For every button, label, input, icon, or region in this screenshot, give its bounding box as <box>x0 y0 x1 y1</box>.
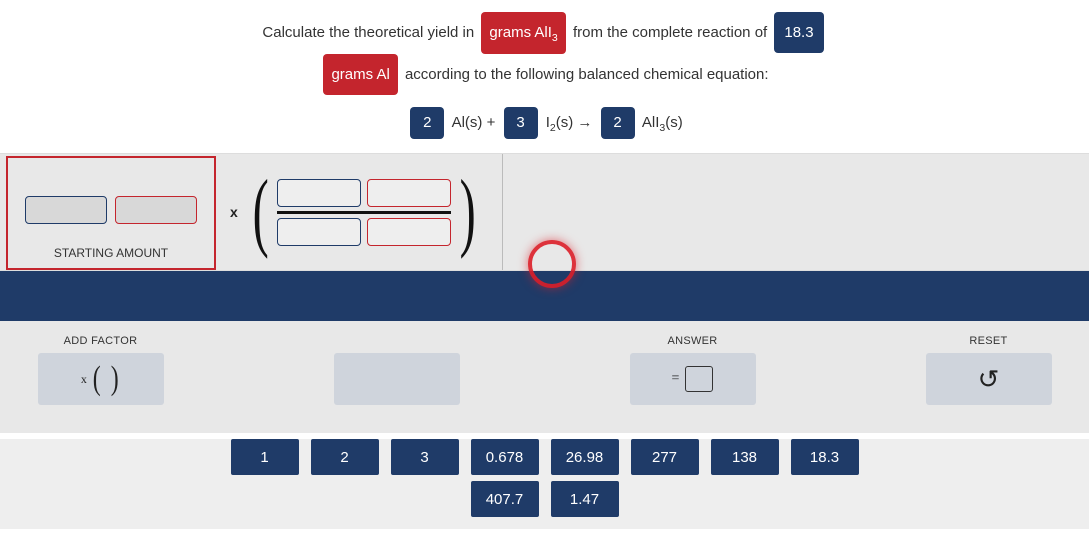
start-value-slot[interactable] <box>25 196 107 224</box>
question-prompt: Calculate the theoretical yield in grams… <box>0 0 1089 99</box>
number-tile[interactable]: 138 <box>711 439 779 475</box>
conversion-factor[interactable]: ( ) <box>246 175 483 250</box>
chip-starting-substance: grams Al <box>323 54 397 95</box>
species-1: Al(s) <box>452 114 483 131</box>
fraction-bar <box>277 211 451 214</box>
number-tile[interactable]: 277 <box>631 439 699 475</box>
reset-label: RESET <box>926 335 1052 347</box>
answer-slot-icon <box>685 366 713 392</box>
start-unit-slot[interactable] <box>115 196 197 224</box>
chip-target-substance: grams AlI3 <box>481 12 565 54</box>
answer-button[interactable]: = <box>630 353 756 405</box>
chip-starting-mass: 18.3 <box>774 12 823 53</box>
coef-1: 2 <box>410 107 444 139</box>
controls-row: ADD FACTOR x ( ) ANSWER = RESET ↺ <box>0 321 1089 433</box>
species-3: AlI3(s) <box>642 114 683 131</box>
number-tile[interactable]: 1 <box>231 439 299 475</box>
divider <box>502 154 503 270</box>
coef-3: 2 <box>601 107 635 139</box>
multiply-symbol: x <box>230 204 238 220</box>
number-tile[interactable]: 1.47 <box>551 481 619 517</box>
denominator-unit-slot[interactable] <box>367 218 451 246</box>
add-factor-label: ADD FACTOR <box>38 335 164 347</box>
number-tile[interactable]: 407.7 <box>471 481 539 517</box>
answer-label: ANSWER <box>630 335 756 347</box>
number-tile[interactable]: 0.678 <box>471 439 539 475</box>
numerator-value-slot[interactable] <box>277 179 361 207</box>
number-tile[interactable]: 26.98 <box>551 439 619 475</box>
prompt-text-3: according to the following balanced chem… <box>405 66 769 83</box>
number-tile[interactable]: 18.3 <box>791 439 859 475</box>
species-2: I2(s) <box>546 114 574 131</box>
paren-right-icon: ) <box>460 175 476 250</box>
prompt-text-1: Calculate the theoretical yield in <box>262 24 474 41</box>
coef-2: 3 <box>504 107 538 139</box>
starting-amount-label: STARTING AMOUNT <box>8 246 214 260</box>
number-tile[interactable]: 3 <box>391 439 459 475</box>
denominator-value-slot[interactable] <box>277 218 361 246</box>
reset-icon: ↺ <box>978 364 1000 395</box>
numerator-unit-slot[interactable] <box>367 179 451 207</box>
cursor-indicator-icon <box>528 240 576 288</box>
drop-target[interactable] <box>334 353 460 405</box>
prompt-text-2: from the complete reaction of <box>573 24 767 41</box>
balanced-equation: 2 Al(s) + 3 I2(s) → 2 AlI3(s) <box>0 107 1089 139</box>
add-factor-button[interactable]: x ( ) <box>38 353 164 405</box>
number-choices: 123 0.678 26.98 277 138 18.3 407.7 1.47 <box>0 439 1089 529</box>
number-tile[interactable]: 2 <box>311 439 379 475</box>
paren-left-icon: ( <box>252 175 268 250</box>
starting-amount-box[interactable]: STARTING AMOUNT <box>6 156 216 270</box>
reset-button[interactable]: ↺ <box>926 353 1052 405</box>
